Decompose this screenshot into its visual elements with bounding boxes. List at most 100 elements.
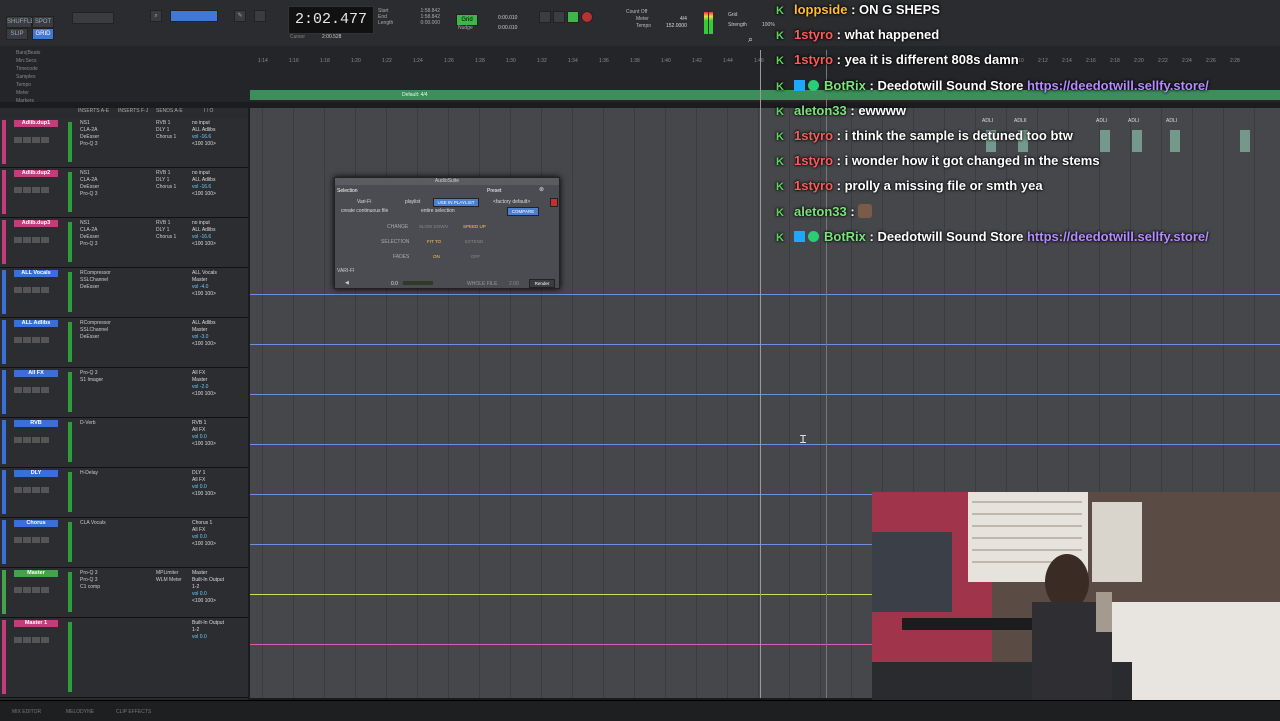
- insert-slot[interactable]: H-Delay: [80, 470, 114, 477]
- track-header[interactable]: DLY H-Delay DLY 1 All FX vol 0.0 <100 100>: [0, 468, 248, 518]
- extend-option[interactable]: EXTEND: [465, 239, 483, 244]
- track-name[interactable]: Adlib.dup1: [14, 120, 58, 127]
- insert-slot[interactable]: NS1: [80, 120, 114, 127]
- io-io-out[interactable]: ALL Adlibs: [192, 127, 228, 134]
- io-io-out[interactable]: Master: [192, 327, 228, 334]
- insert-slot[interactable]: Pro-Q 3: [80, 370, 114, 377]
- io-pan[interactable]: <100 100>: [192, 491, 228, 498]
- slip-mode-button[interactable]: SLIP: [6, 28, 28, 40]
- grid-mode-button[interactable]: GRID: [32, 28, 54, 40]
- clip-effects-tab[interactable]: CLIP EFFECTS: [116, 709, 151, 715]
- io-pan[interactable]: <100 100>: [192, 241, 228, 248]
- preset-select[interactable]: <factory default>: [493, 199, 530, 205]
- rewind-button[interactable]: [539, 11, 551, 23]
- io-io-out[interactable]: Master: [192, 277, 228, 284]
- io-vol[interactable]: vol -16.6: [192, 134, 228, 141]
- zoom-tool-icon[interactable]: ⌕: [150, 10, 162, 22]
- chat-username[interactable]: BotRix: [824, 229, 866, 244]
- track-header[interactable]: Adlib.dup2 NS1 CLA-2A DeEsser Pro-Q 3 RVB 1 DL…: [0, 168, 248, 218]
- io-pan[interactable]: <100 100>: [192, 191, 228, 198]
- count-off-label[interactable]: Count Off: [626, 9, 647, 15]
- length-value[interactable]: 0:00.000: [421, 20, 440, 26]
- spot-mode-button[interactable]: SPOT: [32, 16, 54, 28]
- plugin-select[interactable]: Vari-Fi: [357, 199, 371, 205]
- track-name[interactable]: Master: [14, 570, 58, 577]
- insert-slot[interactable]: RCompressor: [80, 320, 114, 327]
- track-header[interactable]: Master 1 Built-In Output 1-2 vol 0.0: [0, 618, 248, 698]
- send-slot[interactable]: RVB 1: [156, 120, 186, 127]
- io-io-in[interactable]: RVB 1: [192, 420, 228, 427]
- send-slot[interactable]: DLY 1: [156, 227, 186, 234]
- insert-slot[interactable]: Pro-Q 3: [80, 241, 114, 248]
- io-vol[interactable]: vol 0.0: [192, 591, 228, 598]
- send-slot[interactable]: MPLimiter: [156, 570, 186, 577]
- io-io-out[interactable]: Master: [192, 377, 228, 384]
- io-vol[interactable]: vol 0.0: [192, 434, 228, 441]
- io-io-out[interactable]: ALL Adlibs: [192, 227, 228, 234]
- io-vol[interactable]: vol 0.0: [192, 484, 228, 491]
- automation-line[interactable]: [250, 594, 872, 595]
- io-pan[interactable]: <100 100>: [192, 598, 228, 605]
- plugin-title[interactable]: AudioSuite: [335, 178, 559, 185]
- shuffle-mode-button[interactable]: SHUFFLE: [6, 16, 34, 28]
- io-vol[interactable]: vol -2.0: [192, 384, 228, 391]
- io-pan[interactable]: <100 100>: [192, 141, 228, 148]
- mix-editor-tab[interactable]: MIX EDITOR: [12, 709, 41, 715]
- search-icon[interactable]: ⌕: [748, 34, 753, 45]
- automation-line[interactable]: [250, 444, 1280, 445]
- io-io-in[interactable]: DLY 1: [192, 470, 228, 477]
- chat-link[interactable]: https://deedotwill.sellfy.store/: [1027, 78, 1209, 93]
- io-io-out[interactable]: All FX: [192, 527, 228, 534]
- track-rec-solo-mute-buttons[interactable]: [14, 280, 58, 293]
- insert-slot[interactable]: DeEsser: [80, 234, 114, 241]
- send-slot[interactable]: WLM Meter: [156, 577, 186, 584]
- io-vol[interactable]: vol -4.0: [192, 284, 228, 291]
- io-io-in[interactable]: no input: [192, 120, 228, 127]
- io-vol[interactable]: vol -16.6: [192, 234, 228, 241]
- close-icon[interactable]: ⊗: [539, 186, 544, 193]
- track-name[interactable]: ALL Vocals: [14, 270, 58, 277]
- process-mode-select[interactable]: entire selection: [421, 208, 455, 214]
- insert-slot[interactable]: Pro-Q 3: [80, 570, 114, 577]
- file-mode-select[interactable]: create continuous file: [341, 208, 388, 214]
- playlist-select[interactable]: playlist: [405, 199, 420, 205]
- track-rec-solo-mute-buttons[interactable]: [14, 630, 58, 643]
- insert-slot[interactable]: Pro-Q 3: [80, 141, 114, 148]
- chat-username[interactable]: aleton33: [794, 103, 847, 118]
- io-io-out[interactable]: ALL Adlibs: [192, 177, 228, 184]
- send-slot[interactable]: DLY 1: [156, 177, 186, 184]
- insert-slot[interactable]: S1 Imager: [80, 377, 114, 384]
- main-counter[interactable]: 2:02.477: [288, 6, 374, 34]
- whole-file-label[interactable]: WHOLE FILE: [467, 281, 497, 287]
- use-in-playlist-button[interactable]: USE IN PLAYLIST: [433, 198, 479, 207]
- track-rec-solo-mute-buttons[interactable]: [14, 330, 58, 343]
- chat-username[interactable]: 1styro: [794, 27, 833, 42]
- chat-username[interactable]: 1styro: [794, 178, 833, 193]
- io-io-out[interactable]: Built-In Output 1-2: [192, 577, 228, 591]
- track-name[interactable]: DLY: [14, 470, 58, 477]
- render-button[interactable]: Render: [529, 279, 555, 288]
- io-vol[interactable]: vol 0.0: [192, 634, 228, 641]
- insert-slot[interactable]: DeEsser: [80, 284, 114, 291]
- track-rec-solo-mute-buttons[interactable]: [14, 580, 58, 593]
- io-io-in[interactable]: no input: [192, 220, 228, 227]
- smart-tool-icon[interactable]: [170, 10, 218, 22]
- chat-username[interactable]: loppside: [794, 2, 847, 17]
- track-rec-solo-mute-buttons[interactable]: [14, 480, 58, 493]
- automation-line[interactable]: [250, 294, 1280, 295]
- chat-username[interactable]: 1styro: [794, 153, 833, 168]
- send-slot[interactable]: Chorus 1: [156, 234, 186, 241]
- chat-username[interactable]: 1styro: [794, 52, 833, 67]
- meter-marker[interactable]: Default: 4/4: [402, 92, 428, 98]
- fit-to-option[interactable]: FIT TO: [427, 239, 441, 244]
- insert-slot[interactable]: Pro-Q 3: [80, 577, 114, 584]
- track-header[interactable]: ALL Vocals RCompressor SSLChannel DeEsser AL…: [0, 268, 248, 318]
- tempo-value[interactable]: 152.0000: [666, 23, 687, 29]
- zoom-buttons[interactable]: [72, 12, 114, 24]
- insert-slot[interactable]: CLA-2A: [80, 227, 114, 234]
- io-pan[interactable]: <100 100>: [192, 341, 228, 348]
- track-rec-solo-mute-buttons[interactable]: [14, 430, 58, 443]
- send-slot[interactable]: RVB 1: [156, 220, 186, 227]
- chat-username[interactable]: BotRix: [824, 78, 866, 93]
- io-io-in[interactable]: ALL Adlibs: [192, 320, 228, 327]
